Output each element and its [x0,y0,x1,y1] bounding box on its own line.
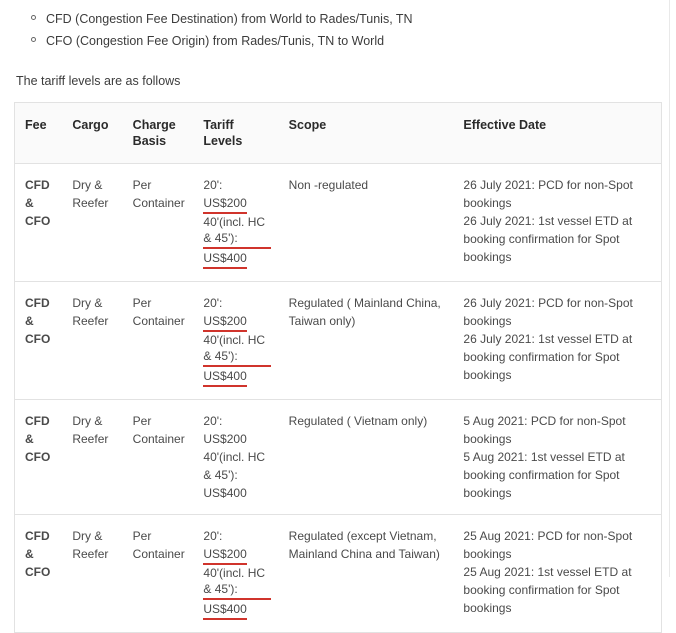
table-header: Fee Cargo Charge Basis Tariff Levels Sco… [14,102,662,164]
effective-date-line: 26 July 2021: 1st vessel ETD at booking … [463,214,633,264]
table-row: CFD & CFO Dry & Reefer Per Container 20'… [14,281,662,400]
effective-date-line: 25 Aug 2021: PCD for non-Spot bookings [463,529,633,561]
cell-cargo: Dry & Reefer [62,399,123,515]
tariff-40-label: 40'(incl. HC & 45'): [203,565,271,600]
cell-charge-basis: Per Container [122,399,194,515]
cell-fee: CFD & CFO [14,399,63,515]
document-page: CFD (Congestion Fee Destination) from Wo… [0,0,676,633]
tariff-table: Fee Cargo Charge Basis Tariff Levels Sco… [14,102,662,633]
cell-charge-basis: Per Container [122,514,194,633]
cell-charge-basis: Per Container [122,281,194,400]
cell-tariff-levels: 20': US$200 40'(incl. HC & 45'): US$400 [193,281,279,400]
cell-fee: CFD & CFO [14,514,63,633]
cell-cargo: Dry & Reefer [62,281,123,400]
cell-effective-date: 26 July 2021: PCD for non-Spot bookings … [453,163,662,282]
column-header-fee: Fee [14,102,63,164]
column-header-effective-date: Effective Date [453,102,662,164]
cell-effective-date: 5 Aug 2021: PCD for non-Spot bookings 5 … [453,399,662,515]
cell-fee: CFD & CFO [14,281,63,400]
bullet-list: CFD (Congestion Fee Destination) from Wo… [14,8,662,52]
effective-date-line: 26 July 2021: 1st vessel ETD at booking … [463,332,633,382]
tariff-40-value: US$400 [203,486,247,500]
effective-date-line: 26 July 2021: PCD for non-Spot bookings [463,296,633,328]
tariff-20-label: 20': [203,414,223,428]
list-item-text: CFD (Congestion Fee Destination) from Wo… [46,12,413,26]
cell-scope: Regulated (except Vietnam, Mainland Chin… [278,514,454,633]
cell-fee: CFD & CFO [14,163,63,282]
cell-tariff-levels: 20': US$200 40'(incl. HC & 45'): US$400 [193,163,279,282]
tariff-40-label: 40'(incl. HC & 45'): [203,450,266,482]
tariff-20-value: US$200 [203,432,247,446]
tariff-40-value: US$400 [203,250,247,269]
cell-tariff-levels: 20': US$200 40'(incl. HC & 45'): US$400 [193,399,279,515]
bullet-marker-icon [31,15,36,20]
tariff-20-value: US$200 [203,546,247,565]
cell-effective-date: 25 Aug 2021: PCD for non-Spot bookings 2… [453,514,662,633]
tariff-20-value: US$200 [203,313,247,332]
cell-tariff-levels: 20': US$200 40'(incl. HC & 45'): US$400 [193,514,279,633]
tariff-20-value: US$200 [203,195,247,214]
effective-date-line: 26 July 2021: PCD for non-Spot bookings [463,178,633,210]
table-row: CFD & CFO Dry & Reefer Per Container 20'… [14,163,662,282]
table-header-row: Fee Cargo Charge Basis Tariff Levels Sco… [14,102,662,164]
intro-text: The tariff levels are as follows [16,74,181,88]
column-header-tariff-levels: Tariff Levels [193,102,279,164]
cell-cargo: Dry & Reefer [62,163,123,282]
column-header-charge-basis: Charge Basis [122,102,194,164]
cell-scope: Regulated ( Mainland China, Taiwan only) [278,281,454,400]
tariff-40-value: US$400 [203,368,247,387]
cell-scope: Regulated ( Vietnam only) [278,399,454,515]
tariff-20-label: 20': [203,296,223,310]
page-right-edge [669,0,676,577]
table-body: CFD & CFO Dry & Reefer Per Container 20'… [14,163,662,633]
cell-charge-basis: Per Container [122,163,194,282]
effective-date-line: 5 Aug 2021: 1st vessel ETD at booking co… [463,450,625,500]
cell-cargo: Dry & Reefer [62,514,123,633]
effective-date-line: 5 Aug 2021: PCD for non-Spot bookings [463,414,626,446]
cell-effective-date: 26 July 2021: PCD for non-Spot bookings … [453,281,662,400]
effective-date-line: 25 Aug 2021: 1st vessel ETD at booking c… [463,565,632,615]
list-item: CFD (Congestion Fee Destination) from Wo… [14,8,662,30]
table-row: CFD & CFO Dry & Reefer Per Container 20'… [14,399,662,515]
tariff-40-label: 40'(incl. HC & 45'): [203,214,271,249]
tariff-20-label: 20': [203,178,223,192]
table-row: CFD & CFO Dry & Reefer Per Container 20'… [14,514,662,633]
column-header-scope: Scope [278,102,454,164]
column-header-cargo: Cargo [62,102,123,164]
cell-scope: Non -regulated [278,163,454,282]
list-item-text: CFO (Congestion Fee Origin) from Rades/T… [46,34,385,48]
tariff-20-label: 20': [203,529,223,543]
tariff-40-label: 40'(incl. HC & 45'): [203,332,271,367]
tariff-40-value: US$400 [203,601,247,620]
bullet-marker-icon [31,37,36,42]
list-item: CFO (Congestion Fee Origin) from Rades/T… [14,30,662,52]
